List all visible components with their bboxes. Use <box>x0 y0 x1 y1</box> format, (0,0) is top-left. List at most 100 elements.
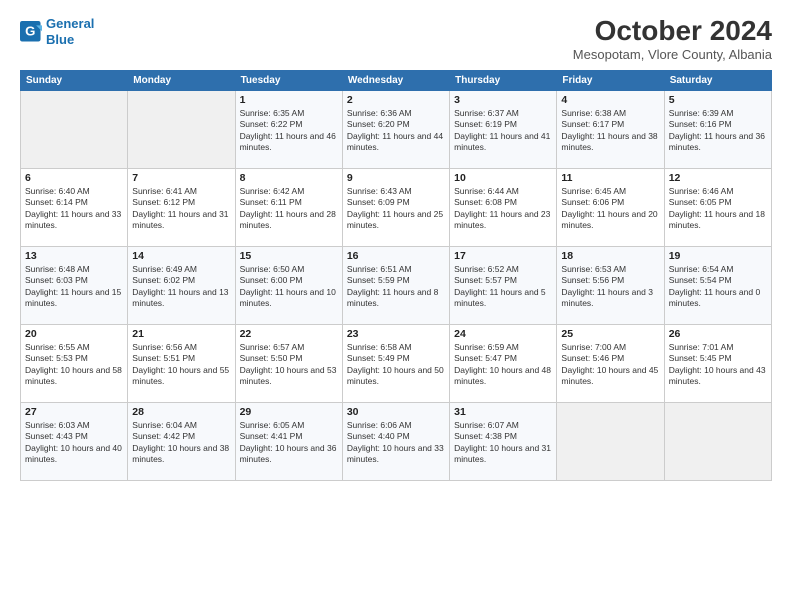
table-row: 17 Sunrise: 6:52 AMSunset: 5:57 PMDayligh… <box>450 246 557 324</box>
calendar-week-3: 13Sunrise: 6:48 AMSunset: 6:03 PMDayligh… <box>21 246 772 324</box>
header-saturday: Saturday <box>664 70 771 90</box>
day-info: Sunrise: 6:05 AMSunset: 4:41 PMDaylight:… <box>240 420 338 466</box>
day-info: Sunrise: 6:03 AMSunset: 4:43 PMDaylight:… <box>25 420 123 466</box>
day-info: Sunrise: 6:39 AMSunset: 6:16 PMDaylight:… <box>669 108 767 154</box>
header-monday: Monday <box>128 70 235 90</box>
calendar-week-2: 6Sunrise: 6:40 AMSunset: 6:14 PMDaylight… <box>21 168 772 246</box>
table-row: 10 Sunrise: 6:44 AMSunset: 6:08 PMDayligh… <box>450 168 557 246</box>
day-number: 25 <box>561 328 659 340</box>
table-row: 11Sunrise: 6:45 AMSunset: 6:06 PMDayligh… <box>557 168 664 246</box>
day-info: Sunrise: 6:42 AMSunset: 6:11 PMDaylight:… <box>240 186 338 232</box>
day-info: Sunrise: 6:51 AMSunset: 5:59 PMDaylight:… <box>347 264 445 310</box>
day-number: 10 <box>454 172 552 184</box>
day-number: 24 <box>454 328 552 340</box>
day-number: 2 <box>347 94 445 106</box>
logo: G General Blue <box>20 16 94 47</box>
table-row: 22 Sunrise: 6:57 AMSunset: 5:50 PMDayligh… <box>235 324 342 402</box>
table-row: 16Sunrise: 6:51 AMSunset: 5:59 PMDayligh… <box>342 246 449 324</box>
day-number: 22 <box>240 328 338 340</box>
table-row: 12 Sunrise: 6:46 AMSunset: 6:05 PMDayligh… <box>664 168 771 246</box>
table-row: 27 Sunrise: 6:03 AMSunset: 4:43 PMDayligh… <box>21 402 128 480</box>
day-info: Sunrise: 6:44 AMSunset: 6:08 PMDaylight:… <box>454 186 552 232</box>
weekday-header-row: Sunday Monday Tuesday Wednesday Thursday… <box>21 70 772 90</box>
day-info: Sunrise: 6:36 AMSunset: 6:20 PMDaylight:… <box>347 108 445 154</box>
svg-text:G: G <box>25 23 35 38</box>
day-info: Sunrise: 6:58 AMSunset: 5:49 PMDaylight:… <box>347 342 445 388</box>
calendar-body: 1Sunrise: 6:35 AMSunset: 6:22 PMDaylight… <box>21 90 772 480</box>
day-number: 7 <box>132 172 230 184</box>
day-info: Sunrise: 6:55 AMSunset: 5:53 PMDaylight:… <box>25 342 123 388</box>
day-info: Sunrise: 7:00 AMSunset: 5:46 PMDaylight:… <box>561 342 659 388</box>
table-row: 28 Sunrise: 6:04 AMSunset: 4:42 PMDayligh… <box>128 402 235 480</box>
table-row: 3 Sunrise: 6:37 AMSunset: 6:19 PMDaylight… <box>450 90 557 168</box>
day-number: 14 <box>132 250 230 262</box>
table-row: 15Sunrise: 6:50 AMSunset: 6:00 PMDayligh… <box>235 246 342 324</box>
day-number: 12 <box>669 172 767 184</box>
table-row: 13Sunrise: 6:48 AMSunset: 6:03 PMDayligh… <box>21 246 128 324</box>
table-row: 7 Sunrise: 6:41 AMSunset: 6:12 PMDaylight… <box>128 168 235 246</box>
header-tuesday: Tuesday <box>235 70 342 90</box>
day-number: 19 <box>669 250 767 262</box>
month-title: October 2024 <box>573 16 772 47</box>
day-info: Sunrise: 6:06 AMSunset: 4:40 PMDaylight:… <box>347 420 445 466</box>
day-number: 9 <box>347 172 445 184</box>
location-subtitle: Mesopotam, Vlore County, Albania <box>573 47 772 62</box>
day-number: 23 <box>347 328 445 340</box>
header-sunday: Sunday <box>21 70 128 90</box>
day-info: Sunrise: 6:04 AMSunset: 4:42 PMDaylight:… <box>132 420 230 466</box>
day-info: Sunrise: 6:53 AMSunset: 5:56 PMDaylight:… <box>561 264 659 310</box>
page-header: G General Blue October 2024 Mesopotam, V… <box>20 16 772 62</box>
day-info: Sunrise: 6:56 AMSunset: 5:51 PMDaylight:… <box>132 342 230 388</box>
table-row: 21 Sunrise: 6:56 AMSunset: 5:51 PMDayligh… <box>128 324 235 402</box>
day-info: Sunrise: 6:57 AMSunset: 5:50 PMDaylight:… <box>240 342 338 388</box>
table-row <box>128 90 235 168</box>
calendar-week-4: 20 Sunrise: 6:55 AMSunset: 5:53 PMDayligh… <box>21 324 772 402</box>
table-row <box>664 402 771 480</box>
day-info: Sunrise: 6:49 AMSunset: 6:02 PMDaylight:… <box>132 264 230 310</box>
header-thursday: Thursday <box>450 70 557 90</box>
table-row: 23 Sunrise: 6:58 AMSunset: 5:49 PMDayligh… <box>342 324 449 402</box>
day-info: Sunrise: 6:50 AMSunset: 6:00 PMDaylight:… <box>240 264 338 310</box>
day-number: 27 <box>25 406 123 418</box>
table-row: 1Sunrise: 6:35 AMSunset: 6:22 PMDaylight… <box>235 90 342 168</box>
table-row: 4Sunrise: 6:38 AMSunset: 6:17 PMDaylight… <box>557 90 664 168</box>
day-info: Sunrise: 6:43 AMSunset: 6:09 PMDaylight:… <box>347 186 445 232</box>
table-row: 2 Sunrise: 6:36 AMSunset: 6:20 PMDaylight… <box>342 90 449 168</box>
table-row: 18 Sunrise: 6:53 AMSunset: 5:56 PMDayligh… <box>557 246 664 324</box>
table-row: 25 Sunrise: 7:00 AMSunset: 5:46 PMDayligh… <box>557 324 664 402</box>
table-row <box>557 402 664 480</box>
table-row: 30 Sunrise: 6:06 AMSunset: 4:40 PMDayligh… <box>342 402 449 480</box>
day-info: Sunrise: 6:52 AMSunset: 5:57 PMDaylight:… <box>454 264 552 310</box>
day-info: Sunrise: 6:07 AMSunset: 4:38 PMDaylight:… <box>454 420 552 466</box>
logo-text: General Blue <box>46 16 94 47</box>
calendar-header: Sunday Monday Tuesday Wednesday Thursday… <box>21 70 772 90</box>
day-number: 17 <box>454 250 552 262</box>
table-row: 20 Sunrise: 6:55 AMSunset: 5:53 PMDayligh… <box>21 324 128 402</box>
day-number: 13 <box>25 250 123 262</box>
title-block: October 2024 Mesopotam, Vlore County, Al… <box>573 16 772 62</box>
day-info: Sunrise: 6:54 AMSunset: 5:54 PMDaylight:… <box>669 264 767 310</box>
day-info: Sunrise: 6:45 AMSunset: 6:06 PMDaylight:… <box>561 186 659 232</box>
table-row: 29Sunrise: 6:05 AMSunset: 4:41 PMDayligh… <box>235 402 342 480</box>
day-number: 21 <box>132 328 230 340</box>
day-info: Sunrise: 6:35 AMSunset: 6:22 PMDaylight:… <box>240 108 338 154</box>
day-info: Sunrise: 6:37 AMSunset: 6:19 PMDaylight:… <box>454 108 552 154</box>
table-row: 14 Sunrise: 6:49 AMSunset: 6:02 PMDayligh… <box>128 246 235 324</box>
day-number: 3 <box>454 94 552 106</box>
day-info: Sunrise: 6:41 AMSunset: 6:12 PMDaylight:… <box>132 186 230 232</box>
calendar-table: Sunday Monday Tuesday Wednesday Thursday… <box>20 70 772 481</box>
day-number: 28 <box>132 406 230 418</box>
calendar-week-1: 1Sunrise: 6:35 AMSunset: 6:22 PMDaylight… <box>21 90 772 168</box>
day-info: Sunrise: 6:59 AMSunset: 5:47 PMDaylight:… <box>454 342 552 388</box>
day-number: 6 <box>25 172 123 184</box>
day-number: 20 <box>25 328 123 340</box>
day-info: Sunrise: 6:46 AMSunset: 6:05 PMDaylight:… <box>669 186 767 232</box>
table-row: 8Sunrise: 6:42 AMSunset: 6:11 PMDaylight… <box>235 168 342 246</box>
header-friday: Friday <box>557 70 664 90</box>
day-number: 18 <box>561 250 659 262</box>
day-number: 30 <box>347 406 445 418</box>
logo-icon: G <box>20 21 42 43</box>
table-row: 26Sunrise: 7:01 AMSunset: 5:45 PMDayligh… <box>664 324 771 402</box>
table-row <box>21 90 128 168</box>
day-info: Sunrise: 6:38 AMSunset: 6:17 PMDaylight:… <box>561 108 659 154</box>
